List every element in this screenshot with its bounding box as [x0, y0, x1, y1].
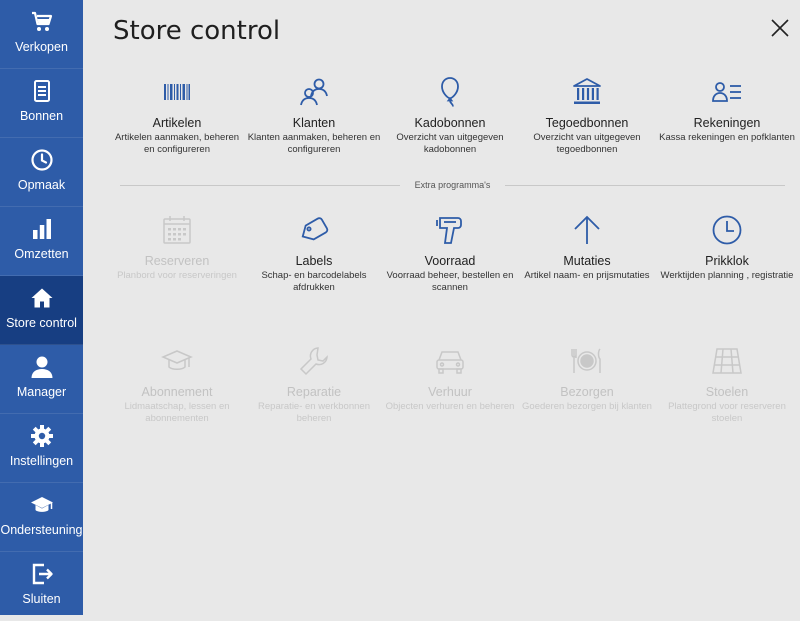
- tile-voorraad[interactable]: Voorraad Voorraad beheer, bestellen en s…: [382, 214, 518, 314]
- tile-description: Artikelen aanmaken, beheren en configure…: [114, 132, 240, 155]
- sidebar-item-label: Manager: [16, 385, 67, 399]
- user-icon: [31, 356, 52, 378]
- exit-icon: [32, 563, 53, 585]
- tile-mutaties[interactable]: Mutaties Artikel naam- en prijsmutaties: [519, 214, 655, 314]
- tile-title: Verhuur: [428, 385, 472, 399]
- cart-icon: [31, 11, 52, 31]
- tile-reserveren: Reserveren Planbord voor reserveringen: [109, 214, 245, 314]
- tile-description: Klanten aanmaken, beheren en configurere…: [247, 132, 381, 155]
- sidebar-item-label: Omzetten: [14, 247, 69, 261]
- scanner-icon: [436, 217, 462, 244]
- tile-labels[interactable]: Labels Schap- en barcodelabels afdrukken: [246, 214, 382, 314]
- tile-prikklok[interactable]: Prikklok Werktijden planning , registrat…: [659, 214, 795, 314]
- tile-title: Reparatie: [286, 385, 342, 399]
- tile-artikelen[interactable]: Artikelen Artikelen aanmaken, beheren en…: [109, 76, 245, 176]
- tile-title: Klanten: [292, 116, 336, 130]
- close-icon[interactable]: [770, 18, 790, 38]
- tile-description: Kassa rekeningen en pofklanten: [659, 132, 795, 143]
- sidebar-item-label: Store control: [6, 316, 77, 330]
- balloon-icon: [441, 77, 459, 107]
- sidebar-item-manager[interactable]: Manager: [0, 345, 83, 414]
- sidebar-item-instellingen[interactable]: Instellingen: [0, 414, 83, 483]
- tile-klanten[interactable]: Klanten Klanten aanmaken, beheren en con…: [246, 76, 382, 176]
- tile-title: Kadobonnen: [414, 116, 486, 130]
- sidebar-item-bonnen[interactable]: Bonnen: [0, 69, 83, 138]
- tile-description: Plattegrond voor reserveren stoelen: [668, 401, 786, 424]
- arrow-up-icon: [574, 215, 600, 244]
- sidebar-item-label: Verkopen: [15, 40, 68, 54]
- sidebar-item-verkopen[interactable]: Verkopen: [0, 0, 83, 69]
- sidebar-item-label: Ondersteuning: [0, 523, 83, 537]
- bar-chart-icon: [32, 219, 51, 239]
- floorplan-icon: [712, 348, 742, 374]
- store-control-panel: Store control Artikelen Artikelen aanmak…: [83, 0, 800, 615]
- tile-title: Rekeningen: [693, 116, 761, 130]
- tile-tegoedbonnen[interactable]: Tegoedbonnen Overzicht van uitgegeven te…: [519, 76, 655, 176]
- tile-description: Objecten verhuren en beheren: [385, 401, 515, 412]
- tile-verhuur: Verhuur Objecten verhuren en beheren: [382, 345, 518, 445]
- graduation-cap-icon: [161, 350, 193, 370]
- graduation-cap-icon: [30, 497, 53, 512]
- tile-kadobonnen[interactable]: Kadobonnen Overzicht van uitgegeven kado…: [382, 76, 518, 176]
- sidebar-item-store-control[interactable]: Store control: [0, 276, 83, 345]
- clock-icon: [712, 215, 742, 245]
- tile-title: Reserveren: [144, 254, 210, 268]
- tile-title: Labels: [295, 254, 333, 268]
- sidebar-item-opmaak[interactable]: Opmaak: [0, 138, 83, 207]
- tile-rekeningen[interactable]: Rekeningen Kassa rekeningen en pofklante…: [659, 76, 795, 176]
- tile-bezorgen: Bezorgen Goederen bezorgen bij klanten: [519, 345, 655, 445]
- page-title: Store control: [113, 16, 281, 46]
- sidebar-item-label: Instellingen: [9, 454, 74, 468]
- tile-description: Schap- en barcodelabels afdrukken: [261, 270, 367, 293]
- tile-description: Planbord voor reserveringen: [117, 270, 237, 281]
- calendar-icon: [163, 216, 191, 244]
- sidebar-item-omzetten[interactable]: Omzetten: [0, 207, 83, 276]
- tile-description: Lidmaatschap, lessen en abonnementen: [124, 401, 230, 424]
- sidebar-item-ondersteuning[interactable]: Ondersteuning: [0, 483, 83, 552]
- tile-title: Artikelen: [152, 116, 202, 130]
- wrench-icon: [299, 347, 328, 376]
- tile-title: Bezorgen: [560, 385, 614, 399]
- barcode-icon: [164, 84, 190, 100]
- tile-title: Voorraad: [424, 254, 476, 268]
- tile-title: Abonnement: [141, 385, 213, 399]
- sidebar: Verkopen Bonnen Opmaak Omzetten Store co…: [0, 0, 83, 615]
- customers-icon: [300, 78, 328, 106]
- sidebar-item-sluiten[interactable]: Sluiten: [0, 552, 83, 621]
- tile-title: Mutaties: [563, 254, 611, 268]
- sidebar-item-label: Opmaak: [17, 178, 66, 192]
- tag-icon: [301, 217, 329, 241]
- clock-icon: [30, 149, 53, 171]
- home-icon: [31, 288, 52, 308]
- tile-title: Prikklok: [705, 254, 749, 268]
- section-divider: Extra programma's: [120, 180, 785, 190]
- receipt-icon: [33, 80, 50, 102]
- tile-description: Reparatie- en werkbonnen beheren: [258, 401, 370, 424]
- tile-stoelen: Stoelen Plattegrond voor reserveren stoe…: [659, 345, 795, 445]
- tile-description: Voorraad beheer, bestellen en scannen: [386, 270, 514, 293]
- car-icon: [436, 351, 464, 374]
- plate-icon: [571, 348, 601, 373]
- tile-description: Werktijden planning , registratie: [660, 270, 794, 281]
- tile-title: Stoelen: [705, 385, 749, 399]
- tile-reparatie: Reparatie Reparatie- en werkbonnen beher…: [246, 345, 382, 445]
- tile-description: Artikel naam- en prijsmutaties: [524, 270, 650, 281]
- tile-title: Tegoedbonnen: [545, 116, 629, 130]
- tile-description: Goederen bezorgen bij klanten: [522, 401, 652, 412]
- tile-description: Overzicht van uitgegeven tegoedbonnen: [533, 132, 641, 155]
- account-list-icon: [712, 82, 741, 102]
- sidebar-item-label: Sluiten: [22, 592, 61, 606]
- tile-description: Overzicht van uitgegeven kadobonnen: [396, 132, 504, 155]
- bank-icon: [573, 78, 601, 104]
- gear-icon: [30, 425, 53, 447]
- tile-abonnement: Abonnement Lidmaatschap, lessen en abonn…: [109, 345, 245, 445]
- sidebar-item-label: Bonnen: [19, 109, 64, 123]
